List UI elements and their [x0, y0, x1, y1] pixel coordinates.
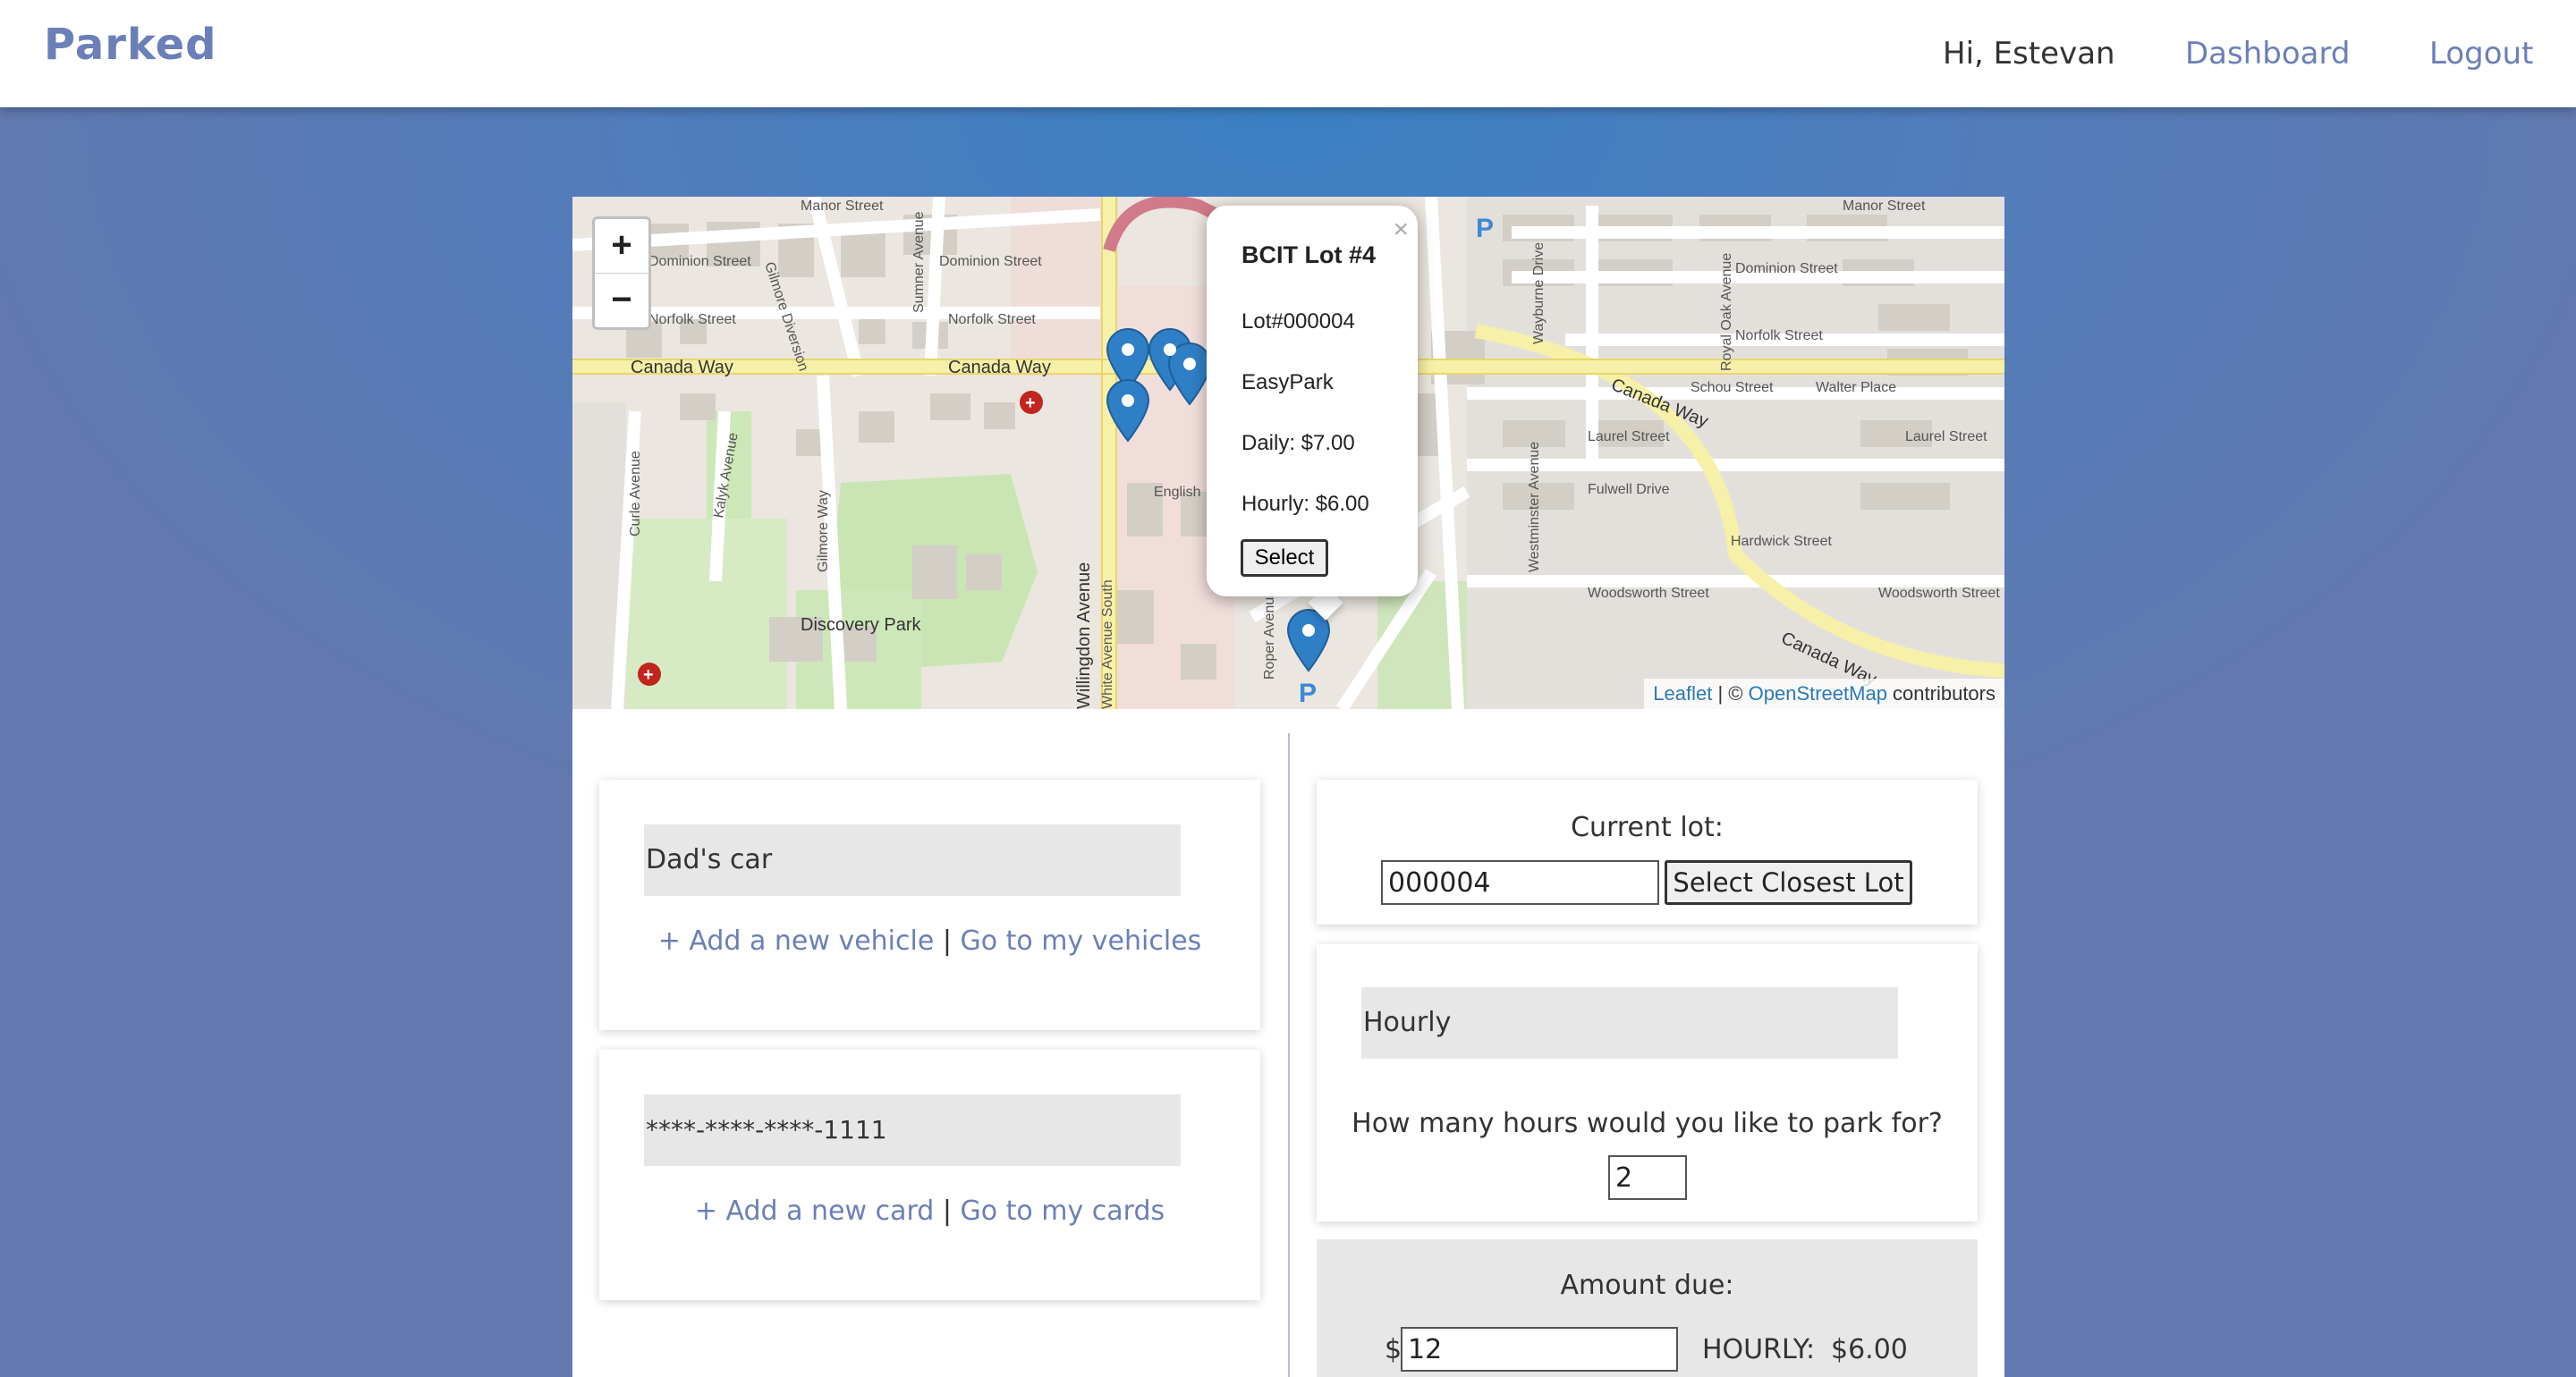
zoom-in-button[interactable]: +	[595, 219, 648, 273]
hours-input[interactable]	[1608, 1155, 1687, 1200]
svg-text:P: P	[1299, 679, 1317, 708]
svg-text:Discovery Park: Discovery Park	[801, 615, 921, 635]
my-vehicles-link[interactable]: Go to my vehicles	[961, 925, 1202, 957]
popup-close-icon[interactable]: ×	[1393, 215, 1409, 245]
payment-card-panel: ****-****-****-1111 + Add a new card | G…	[599, 1050, 1260, 1300]
main-panel: Manor Street Dominion Street Dominion St…	[572, 197, 2004, 1377]
currency-symbol: $	[1385, 1334, 1402, 1365]
select-closest-lot-button[interactable]: Select Closest Lot	[1665, 860, 1912, 905]
popup-select-button[interactable]: Select	[1241, 539, 1328, 577]
svg-text:Laurel Street: Laurel Street	[1905, 429, 1987, 444]
svg-text:Royal Oak Avenue: Royal Oak Avenue	[1719, 253, 1734, 371]
column-divider	[1288, 733, 1290, 1377]
leaflet-link[interactable]: Leaflet	[1653, 682, 1712, 705]
svg-text:+: +	[1025, 393, 1036, 413]
rate-card: Hourly How many hours would you like to …	[1317, 944, 1978, 1221]
lot-map[interactable]: Manor Street Dominion Street Dominion St…	[572, 197, 2004, 709]
popup-title: BCIT Lot #4	[1241, 241, 1377, 268]
openstreetmap-link[interactable]: OpenStreetMap	[1749, 682, 1887, 705]
lot-number-input[interactable]	[1381, 860, 1659, 905]
svg-text:Norfolk Street: Norfolk Street	[948, 312, 1036, 327]
card-select[interactable]: ****-****-****-1111	[644, 1094, 1181, 1166]
svg-text:Woodsworth Street: Woodsworth Street	[1588, 586, 1709, 601]
amount-due-label: Amount due:	[1560, 1270, 1734, 1301]
svg-text:+: +	[643, 665, 654, 685]
navbar: Parked Hi, Estevan Dashboard Logout	[0, 0, 2576, 107]
svg-text:Walter Place: Walter Place	[1816, 380, 1896, 395]
add-card-link[interactable]: + Add a new card	[695, 1195, 934, 1227]
svg-text:Norfolk Street: Norfolk Street	[1735, 328, 1823, 343]
popup-daily-rate: Daily: $7.00	[1241, 431, 1355, 455]
svg-text:Hardwick Street: Hardwick Street	[1731, 534, 1832, 549]
add-vehicle-link[interactable]: + Add a new vehicle	[658, 925, 935, 957]
current-lot-label: Current lot:	[1571, 812, 1724, 843]
zoom-control: + −	[592, 216, 651, 330]
popup-hourly-rate: Hourly: $6.00	[1241, 492, 1369, 516]
map-attribution: Leaflet | © OpenStreetMap contributors	[1644, 679, 2004, 709]
svg-text:Schou Street: Schou Street	[1690, 380, 1774, 395]
user-greeting: Hi, Estevan	[1943, 36, 2115, 72]
logout-link[interactable]: Logout	[2429, 36, 2533, 72]
vehicle-card: Dad's car + Add a new vehicle | Go to my…	[599, 780, 1260, 1030]
rate-type-label: HOURLY:	[1702, 1334, 1816, 1365]
popup-lot-number: Lot#000004	[1241, 309, 1355, 334]
svg-text:P: P	[1476, 214, 1494, 243]
svg-text:Dominion Street: Dominion Street	[1735, 261, 1838, 276]
svg-text:Dominion Street: Dominion Street	[648, 254, 751, 269]
svg-text:Laurel Street: Laurel Street	[1588, 429, 1670, 444]
rate-select[interactable]: Hourly	[1361, 987, 1898, 1059]
svg-text:Canada Way: Canada Way	[948, 358, 1051, 377]
rate-value: $6.00	[1831, 1334, 1908, 1365]
street-label: Manor Street	[801, 199, 884, 214]
svg-text:Manor Street: Manor Street	[1843, 199, 1926, 214]
svg-text:English: English	[1154, 485, 1200, 500]
svg-text:Willingdon Avenue: Willingdon Avenue	[1074, 562, 1094, 709]
current-lot-card: Current lot: Select Closest Lot	[1317, 780, 1978, 925]
hours-question: How many hours would you like to park fo…	[1352, 1108, 1943, 1139]
amount-due-panel: Amount due: $ HOURLY: $6.00	[1317, 1239, 1978, 1377]
svg-text:Gilmore Way: Gilmore Way	[816, 490, 831, 572]
lot-popup: × BCIT Lot #4 Lot#000004 EasyPark Daily:…	[1207, 206, 1418, 596]
svg-text:Fulwell Drive: Fulwell Drive	[1588, 482, 1670, 497]
svg-text:Curle Avenue: Curle Avenue	[628, 451, 643, 536]
svg-text:Westminster Avenue: Westminster Avenue	[1527, 442, 1542, 572]
my-cards-link[interactable]: Go to my cards	[961, 1195, 1165, 1227]
svg-text:Woodsworth Street: Woodsworth Street	[1878, 586, 2000, 601]
svg-text:Roper Avenue: Roper Avenue	[1262, 589, 1277, 680]
amount-input[interactable]	[1401, 1327, 1678, 1372]
popup-operator: EasyPark	[1241, 370, 1334, 394]
svg-text:Sumner Avenue: Sumner Avenue	[911, 211, 927, 313]
vehicle-links: + Add a new vehicle | Go to my vehicles	[657, 925, 1202, 957]
dashboard-link[interactable]: Dashboard	[2185, 36, 2350, 72]
zoom-out-button[interactable]: −	[595, 273, 648, 327]
svg-text:White Avenue South: White Avenue South	[1100, 579, 1115, 709]
card-links: + Add a new card | Go to my cards	[694, 1195, 1165, 1227]
svg-text:Norfolk Street: Norfolk Street	[648, 312, 736, 327]
svg-text:Dominion Street: Dominion Street	[939, 254, 1042, 269]
vehicle-select[interactable]: Dad's car	[644, 824, 1181, 896]
svg-text:Wayburne Drive: Wayburne Drive	[1531, 242, 1546, 344]
svg-text:Canada Way: Canada Way	[631, 358, 733, 377]
brand-logo[interactable]: Parked	[44, 20, 217, 70]
